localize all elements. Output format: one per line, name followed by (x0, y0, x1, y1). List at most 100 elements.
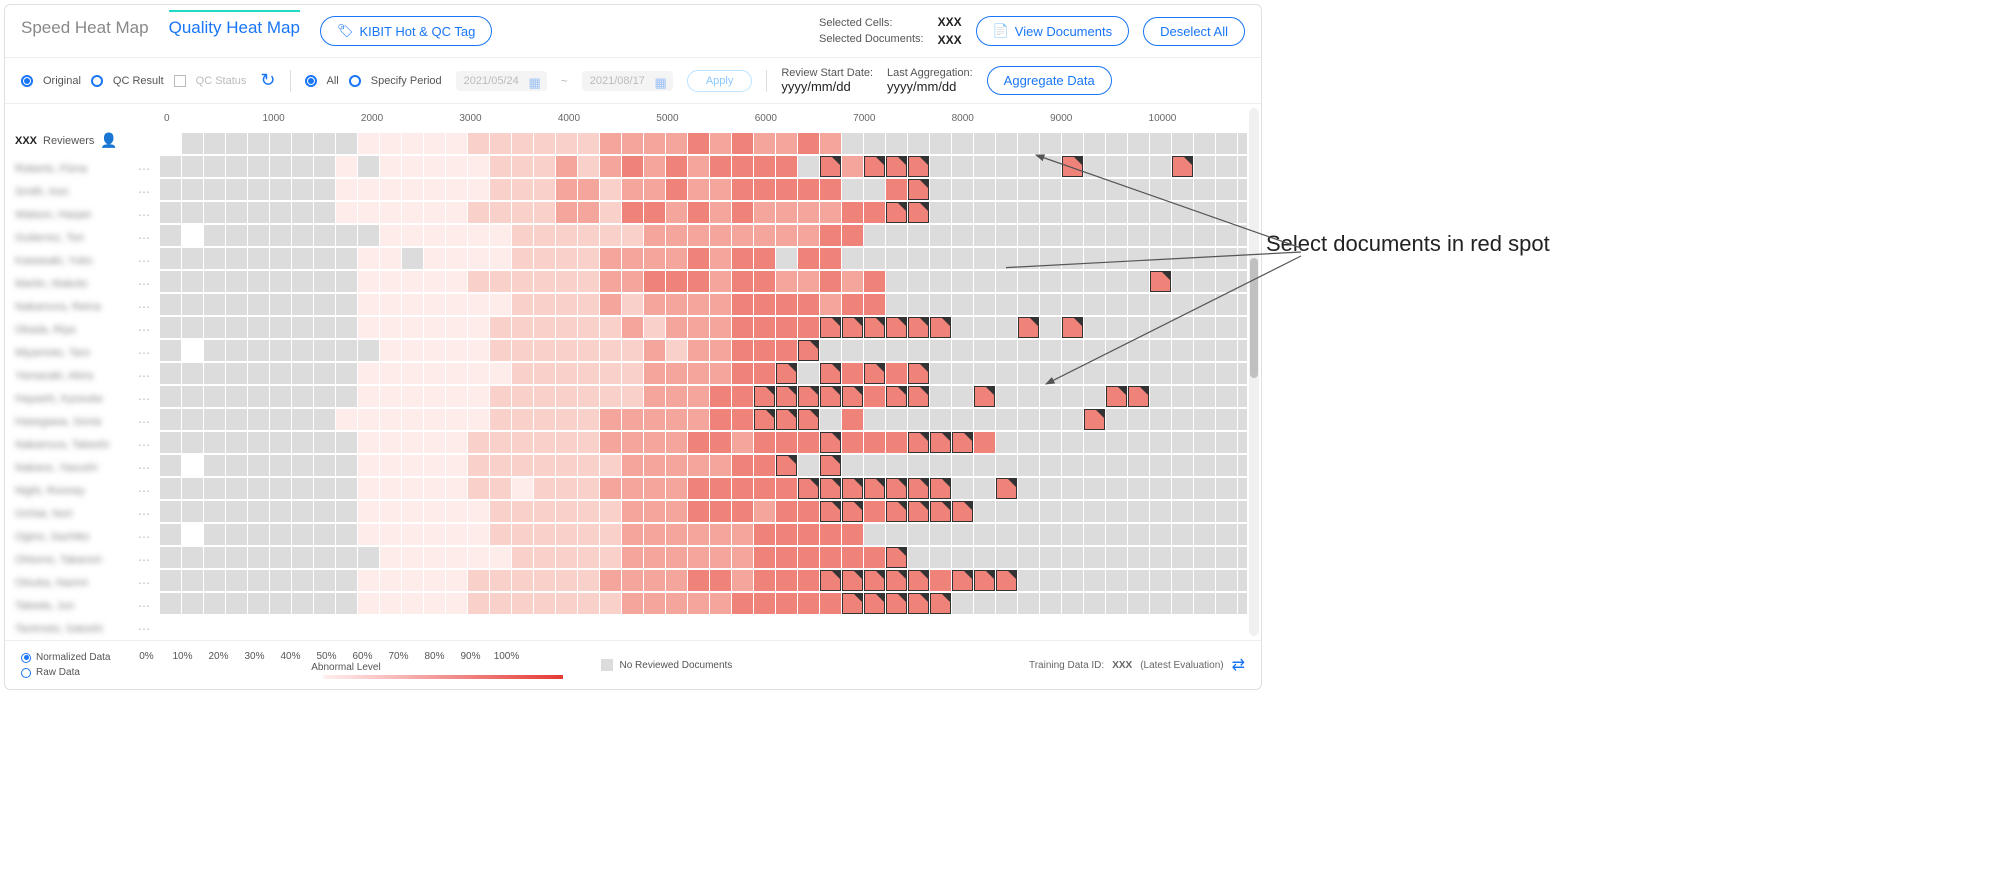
heatmap-cell[interactable] (1106, 340, 1127, 361)
heatmap-cell[interactable] (336, 340, 357, 361)
heatmap-cell[interactable] (1040, 386, 1061, 407)
heatmap-cell[interactable] (710, 248, 731, 269)
heatmap-cell[interactable] (886, 478, 907, 499)
heatmap-cell[interactable] (1084, 478, 1105, 499)
heatmap-cell[interactable] (512, 570, 533, 591)
heatmap-cell[interactable] (798, 363, 819, 384)
heatmap-cell[interactable] (842, 363, 863, 384)
heatmap-cell[interactable] (1040, 202, 1061, 223)
heatmap-cell[interactable] (534, 478, 555, 499)
heatmap-cell[interactable] (1238, 363, 1247, 384)
heatmap-cell[interactable] (292, 225, 313, 246)
heatmap-cell[interactable] (1172, 386, 1193, 407)
heatmap-cell[interactable] (1106, 202, 1127, 223)
heatmap-cell[interactable] (798, 225, 819, 246)
heatmap-cell[interactable] (336, 501, 357, 522)
heatmap-cell[interactable] (1040, 271, 1061, 292)
heatmap-cell[interactable] (886, 409, 907, 430)
heatmap-cell[interactable] (1128, 547, 1149, 568)
heatmap-cell[interactable] (226, 547, 247, 568)
heatmap-cell[interactable] (1106, 432, 1127, 453)
heatmap-cell[interactable] (776, 179, 797, 200)
heatmap-cell[interactable] (204, 294, 225, 315)
reviewer-row-label[interactable]: Tanimoto, Satoshi⋯ (5, 617, 160, 640)
heatmap-cell[interactable] (996, 271, 1017, 292)
heatmap-cell[interactable] (1040, 317, 1061, 338)
reviewer-row-label[interactable]: Nakano, Yasushi⋯ (5, 456, 160, 479)
heatmap-cell[interactable] (688, 547, 709, 568)
heatmap-cell[interactable] (952, 133, 973, 154)
heatmap-cell[interactable] (644, 570, 665, 591)
heatmap-cell[interactable] (1194, 248, 1215, 269)
heatmap-cell[interactable] (1194, 501, 1215, 522)
heatmap-cell[interactable] (886, 317, 907, 338)
heatmap-cell[interactable] (798, 271, 819, 292)
heatmap-cell[interactable] (160, 340, 181, 361)
heatmap-cell[interactable] (578, 225, 599, 246)
heatmap-cell[interactable] (1106, 225, 1127, 246)
heatmap-cell[interactable] (468, 501, 489, 522)
heatmap-cell[interactable] (336, 593, 357, 614)
heatmap-cell[interactable] (1128, 570, 1149, 591)
heatmap-cell[interactable] (908, 202, 929, 223)
heatmap-cell[interactable] (204, 501, 225, 522)
heatmap-cell[interactable] (1194, 179, 1215, 200)
heatmap-cell[interactable] (1062, 524, 1083, 545)
heatmap-cell[interactable] (996, 570, 1017, 591)
heatmap-cell[interactable] (820, 432, 841, 453)
row-menu-icon[interactable]: ⋯ (138, 346, 150, 360)
heatmap-cell[interactable] (732, 386, 753, 407)
heatmap-cell[interactable] (1150, 225, 1171, 246)
heatmap-cell[interactable] (292, 294, 313, 315)
heatmap-cell[interactable] (842, 547, 863, 568)
heatmap-cell[interactable] (1062, 225, 1083, 246)
heatmap-cell[interactable] (490, 501, 511, 522)
heatmap-cell[interactable] (358, 501, 379, 522)
heatmap-cell[interactable] (1194, 386, 1215, 407)
heatmap-cell[interactable] (270, 179, 291, 200)
heatmap-cell[interactable] (248, 271, 269, 292)
heatmap-cell[interactable] (336, 409, 357, 430)
heatmap-cell[interactable] (578, 179, 599, 200)
heatmap-cell[interactable] (248, 248, 269, 269)
row-menu-icon[interactable]: ⋯ (138, 553, 150, 567)
heatmap-cell[interactable] (336, 271, 357, 292)
heatmap-cell[interactable] (622, 524, 643, 545)
heatmap-cell[interactable] (1040, 179, 1061, 200)
heatmap-cell[interactable] (490, 432, 511, 453)
heatmap-cell[interactable] (622, 478, 643, 499)
heatmap-cell[interactable] (688, 570, 709, 591)
heatmap-cell[interactable] (996, 202, 1017, 223)
heatmap-cell[interactable] (1216, 478, 1237, 499)
heatmap-cell[interactable] (732, 271, 753, 292)
heatmap-cell[interactable] (1018, 294, 1039, 315)
heatmap-cell[interactable] (248, 156, 269, 177)
heatmap-cell[interactable] (578, 593, 599, 614)
heatmap-cell[interactable] (1128, 225, 1149, 246)
heatmap-cell[interactable] (424, 478, 445, 499)
heatmap-cell[interactable] (930, 271, 951, 292)
heatmap-cell[interactable] (292, 570, 313, 591)
heatmap-cell[interactable] (204, 524, 225, 545)
heatmap-cell[interactable] (402, 363, 423, 384)
heatmap-cell[interactable] (380, 593, 401, 614)
heatmap-cell[interactable] (1194, 455, 1215, 476)
heatmap-cell[interactable] (512, 409, 533, 430)
heatmap-cell[interactable] (336, 317, 357, 338)
row-menu-icon[interactable]: ⋯ (138, 254, 150, 268)
heatmap-cell[interactable] (358, 363, 379, 384)
heatmap-cell[interactable] (1128, 432, 1149, 453)
heatmap-cell[interactable] (1084, 570, 1105, 591)
heatmap-cell[interactable] (952, 248, 973, 269)
heatmap-cell[interactable] (886, 179, 907, 200)
heatmap-cell[interactable] (534, 547, 555, 568)
heatmap-cell[interactable] (314, 317, 335, 338)
heatmap-cell[interactable] (226, 271, 247, 292)
heatmap-cell[interactable] (842, 317, 863, 338)
heatmap-cell[interactable] (204, 593, 225, 614)
heatmap-cell[interactable] (842, 248, 863, 269)
heatmap-cell[interactable] (402, 501, 423, 522)
heatmap-cell[interactable] (776, 156, 797, 177)
heatmap-cell[interactable] (512, 202, 533, 223)
heatmap-cell[interactable] (1084, 294, 1105, 315)
